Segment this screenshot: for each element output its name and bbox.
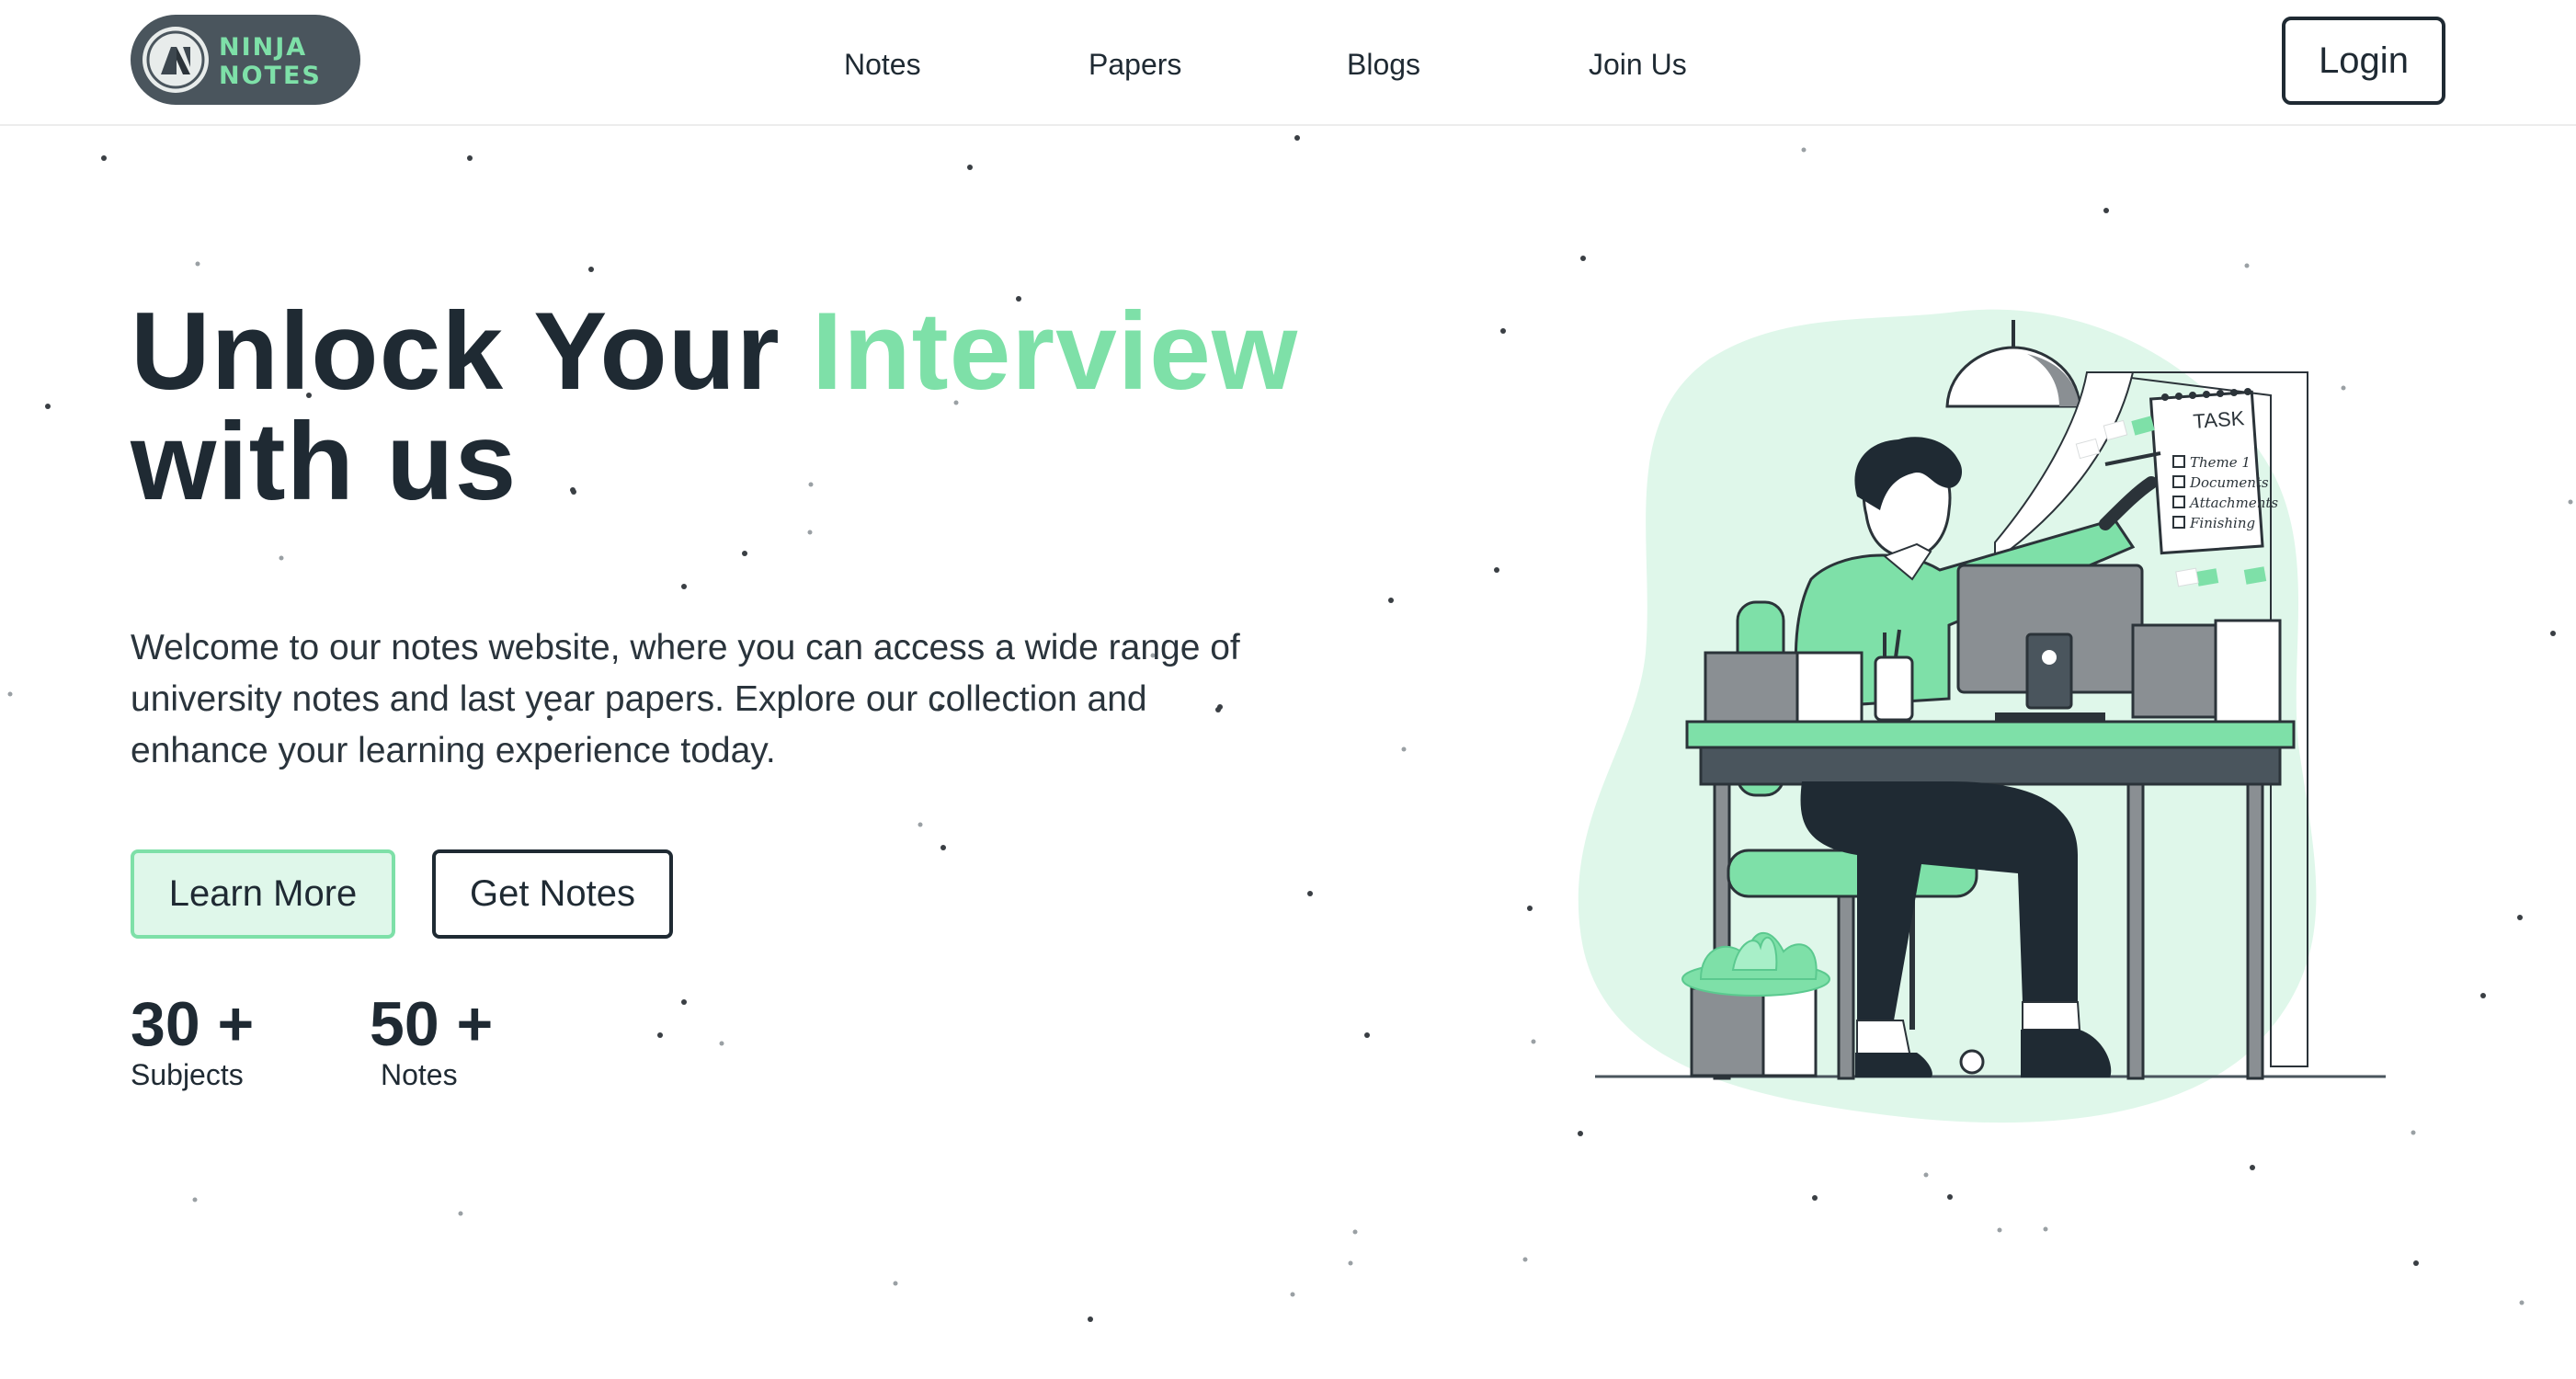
- brand-line-2: NOTES: [219, 62, 322, 90]
- stat-notes-value: 50 +: [370, 989, 494, 1059]
- logo-mark-icon: [142, 27, 209, 93]
- brand-name: NINJA NOTES: [219, 35, 322, 88]
- hero-title: Unlock Your Interview with us: [131, 296, 1326, 517]
- task-item-4: Finishing: [2189, 515, 2255, 531]
- task-item-1: Theme 1: [2190, 454, 2251, 471]
- learn-more-button[interactable]: Learn More: [131, 849, 395, 939]
- brand-line-1: NINJA: [219, 33, 308, 62]
- hero-description: Welcome to our notes website, where you …: [131, 628, 1240, 770]
- brand-logo[interactable]: NINJA NOTES: [131, 15, 360, 105]
- task-item-3: Attachments: [2188, 495, 2278, 511]
- stat-subjects-value: 30 +: [131, 989, 255, 1059]
- person-at-desk-illustration: TASK Theme 1 Documents Attachments Finis…: [1578, 309, 2386, 1123]
- nav-item-join-us[interactable]: Join Us: [1589, 48, 1687, 82]
- nav-item-blogs[interactable]: Blogs: [1347, 48, 1420, 82]
- task-pad-title: TASK: [2193, 406, 2246, 433]
- stat-notes-label: Notes: [381, 1058, 458, 1091]
- hero-title-part-1: Unlock Your: [131, 290, 813, 413]
- hero-title-part-2: with us: [131, 400, 518, 523]
- task-item-2: Documents: [2189, 474, 2269, 491]
- login-button[interactable]: Login: [2282, 17, 2445, 105]
- nav-item-papers[interactable]: Papers: [1089, 48, 1181, 82]
- hero-title-accent: Interview: [812, 290, 1299, 413]
- stat-subjects-label: Subjects: [131, 1058, 244, 1091]
- nav-item-notes[interactable]: Notes: [844, 48, 921, 82]
- get-notes-button[interactable]: Get Notes: [432, 849, 673, 939]
- site-header: NINJA NOTES Notes Papers Blogs Join Us L…: [0, 0, 2576, 126]
